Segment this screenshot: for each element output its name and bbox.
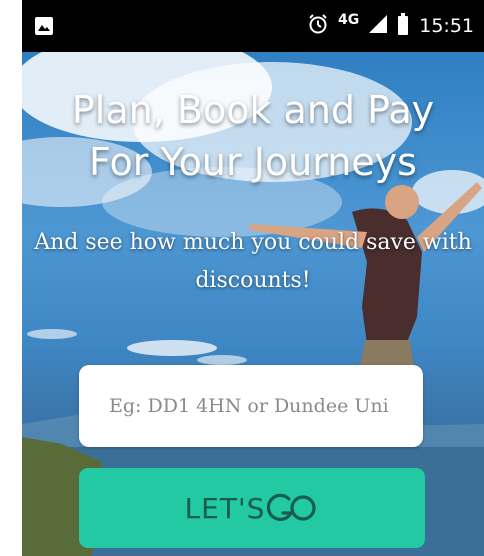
alarm-icon: [308, 13, 328, 39]
go-icon: [267, 491, 319, 525]
clock: 15:51: [419, 15, 474, 37]
subtitle-line-1: And see how much you could save with: [34, 230, 472, 255]
phone-screen: 4G 15:51 Plan, Book and Pay For Your Jou…: [22, 0, 484, 556]
hero-section: Plan, Book and Pay For Your Journeys And…: [22, 52, 484, 556]
status-indicators: 4G 15:51: [308, 0, 474, 52]
status-bar: 4G 15:51: [22, 0, 484, 52]
journey-search-input[interactable]: [79, 365, 423, 447]
network-type: 4G: [338, 12, 360, 28]
title-line-1: Plan, Book and Pay: [71, 88, 435, 132]
signal-icon: [369, 15, 388, 37]
page-title: Plan, Book and Pay For Your Journeys: [22, 84, 484, 188]
subtitle-line-2: discounts!: [195, 268, 311, 293]
image-icon: [35, 17, 53, 39]
battery-icon: [397, 13, 409, 39]
title-line-2: For Your Journeys: [89, 140, 417, 184]
page-subtitle: And see how much you could save with dis…: [22, 224, 484, 300]
lets-go-button[interactable]: LET'S: [79, 468, 425, 548]
lets-go-label: LET'S: [184, 491, 266, 525]
